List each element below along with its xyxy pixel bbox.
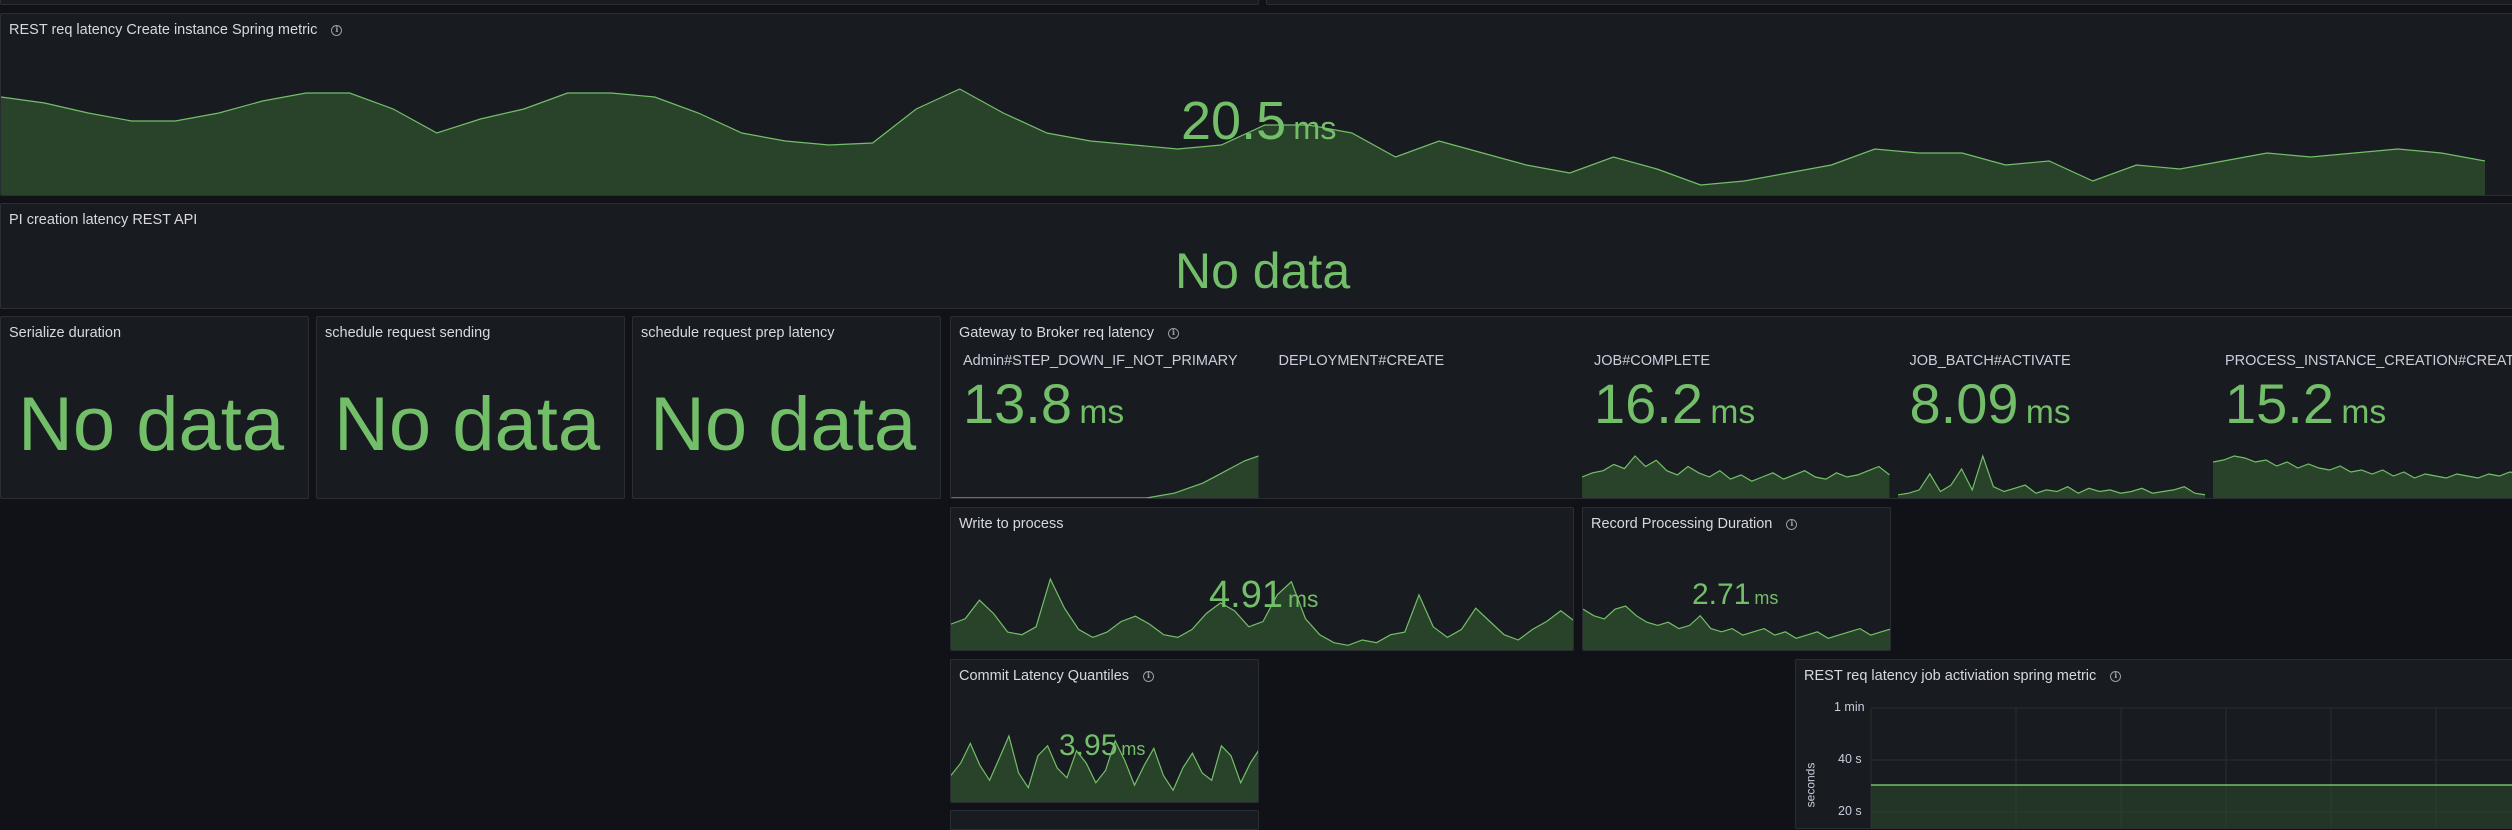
panel-below-cut [950,810,1259,830]
panel-title-text: Gateway to Broker req latency [959,325,1155,341]
gateway-stat-value: 16.2 ms [1594,371,1755,436]
stat-unit: ms [1121,739,1146,759]
stat-number: 13.8 [963,372,1072,435]
panel-title-text: Record Processing Duration [1591,516,1773,532]
gateway-stat-label: JOB#COMPLETE [1594,353,1711,369]
gateway-stat-value: 8.09 ms [1910,371,2071,436]
stat-unit: ms [1287,586,1319,612]
panel-title[interactable]: Commit Latency Quantiles i [959,668,1155,684]
panel-commit-latency-quantiles[interactable]: Commit Latency Quantiles i 3.95 ms [950,659,1259,803]
panel-title[interactable]: schedule request prep latency [641,325,834,341]
stat-unit: ms [2341,394,2387,431]
stat-unit: ms [2025,394,2071,431]
panel-rest-create-instance[interactable]: REST req latency Create instance Spring … [0,13,2512,196]
stat-value: 20.5 ms [1181,90,1336,152]
info-icon[interactable]: i [1168,327,1180,339]
no-data-text: No data [650,382,917,467]
gateway-stat-label: JOB_BATCH#ACTIVATE [1909,353,2071,369]
stat-number: 15.2 [2225,372,2334,435]
panel-serialize-duration[interactable]: Serialize duration No data [0,316,309,499]
panel-title[interactable]: Gateway to Broker req latency i [959,325,1180,341]
gateway-sparkline [2213,455,2512,498]
panel-pi-creation-latency[interactable]: PI creation latency REST API No data [0,203,2512,309]
panel-title-text: Serialize duration [9,325,122,341]
stat-unit: ms [1754,588,1779,608]
panel-title-text: Commit Latency Quantiles [959,668,1130,684]
gateway-stat-label: PROCESS_INSTANCE_CREATION#CREATE [2225,353,2512,369]
gateway-stat-item[interactable]: JOB#COMPLETE 16.2 ms [1582,345,1890,498]
info-icon[interactable]: i [1786,518,1798,530]
gateway-stat-label: Admin#STEP_DOWN_IF_NOT_PRIMARY [963,353,1238,369]
panel-schedule-request-prep[interactable]: schedule request prep latency No data [632,316,941,499]
time-series-grid [1870,707,2512,828]
stat-unit: ms [1079,394,1125,431]
stat-value: 4.91 ms [1209,574,1318,617]
sparkline-line [1897,454,2205,496]
panel-title[interactable]: Write to process [959,516,1064,532]
no-data-text: No data [18,382,285,467]
panel-title[interactable]: Serialize duration [9,325,121,341]
info-icon[interactable]: i [1143,670,1155,682]
series-area [1871,785,2512,828]
gateway-stat-item[interactable]: DEPLOYMENT#CREATE [1267,345,1575,498]
stat-value: 3.95 ms [1059,729,1145,763]
sparkline-area [1583,606,1890,650]
panel-title[interactable]: Record Processing Duration i [1591,516,1798,532]
gateway-sparkline [951,455,1259,498]
panel-title-text: schedule request prep latency [641,325,835,341]
panel-gateway-broker-latency[interactable]: Gateway to Broker req latency i Admin#ST… [950,316,2512,499]
stat-number: 8.09 [1909,372,2019,435]
panel-title-text: REST req latency Create instance Spring … [9,22,318,38]
sparkline-area [2213,456,2512,498]
gateway-sparkline [1582,455,1890,498]
info-icon[interactable]: i [331,24,343,36]
panel-top-right-cut [1266,0,2512,5]
panel-title-text: PI creation latency REST API [9,212,198,228]
panel-write-to-process[interactable]: Write to process 4.91 ms [950,507,1574,651]
panel-title[interactable]: REST req latency Create instance Spring … [9,22,343,38]
gateway-stat-item[interactable]: PROCESS_INSTANCE_CREATION#CREATE 15.2 ms [2213,345,2512,498]
panel-record-processing-duration[interactable]: Record Processing Duration i 2.71 ms [1582,507,1891,651]
stat-number: 2.71 [1692,578,1751,611]
gateway-sparkline [1897,454,2205,498]
stat-number: 20.5 [1181,91,1287,151]
no-data-text: No data [334,382,601,467]
stat-unit: ms [1710,394,1756,431]
stat-value: 2.71 ms [1692,578,1778,612]
gateway-stat-label: DEPLOYMENT#CREATE [1278,353,1445,369]
no-data-text: No data [1175,243,1351,299]
panel-top-left-cut [0,0,1259,5]
stat-number: 16.2 [1594,372,1703,435]
gateway-stat-item[interactable]: JOB_BATCH#ACTIVATE 8.09 ms [1897,345,2205,498]
panel-title-text: schedule request sending [325,325,491,341]
panel-title[interactable]: PI creation latency REST API [9,212,197,228]
gateway-stat-value: 13.8 ms [963,371,1124,436]
panel-schedule-request-sending[interactable]: schedule request sending No data [316,316,625,499]
stat-unit: ms [1293,110,1337,146]
stat-number: 3.95 [1059,729,1118,762]
gateway-stat-value: 15.2 ms [2225,371,2386,436]
panel-title-text: Write to process [959,516,1064,532]
panel-rest-job-activation[interactable]: REST req latency job activiation spring … [1795,659,2512,829]
panel-title[interactable]: schedule request sending [325,325,490,341]
gateway-stat-item[interactable]: Admin#STEP_DOWN_IF_NOT_PRIMARY 13.8 ms [951,345,1259,498]
stat-number: 4.91 [1209,574,1283,616]
